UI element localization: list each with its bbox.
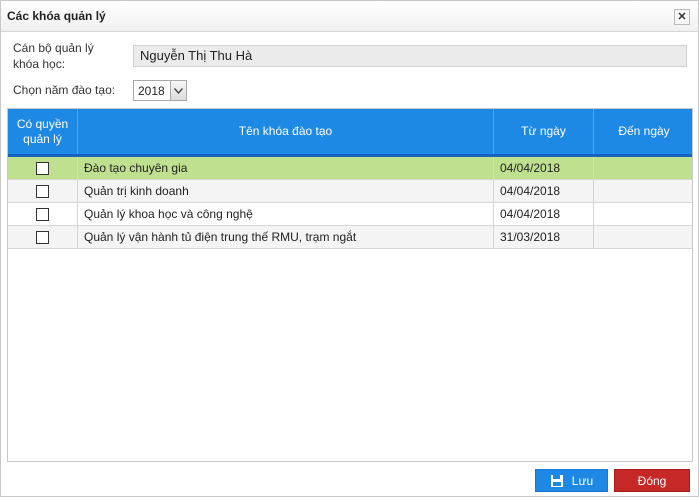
year-select-value: 2018 [138, 84, 165, 98]
courses-table: Có quyền quản lý Tên khóa đào tạo Từ ngà… [7, 108, 693, 462]
dialog-titlebar: Các khóa quản lý ✕ [1, 1, 698, 32]
to-date-cell [594, 226, 692, 248]
table-row[interactable]: Quản trị kinh doanh 04/04/2018 [8, 180, 692, 203]
course-name-cell: Quản lý vận hành tủ điện trung thế RMU, … [78, 226, 494, 248]
year-label: Chọn năm đào tạo: [13, 83, 116, 97]
permission-checkbox[interactable] [36, 185, 49, 198]
permission-cell [8, 157, 78, 179]
permission-checkbox[interactable] [36, 231, 49, 244]
close-icon[interactable]: ✕ [674, 9, 690, 25]
permission-cell [8, 180, 78, 202]
to-date-cell [594, 180, 692, 202]
permission-cell [8, 226, 78, 248]
from-date-cell: 04/04/2018 [494, 203, 594, 225]
header-from-date[interactable]: Từ ngày [494, 109, 594, 154]
course-name-cell: Đào tạo chuyên gia [78, 157, 494, 179]
from-date-cell: 31/03/2018 [494, 226, 594, 248]
header-course-name[interactable]: Tên khóa đào tạo [78, 109, 494, 154]
manager-label-cont: khóa học: [13, 57, 66, 71]
manager-field: Nguyễn Thị Thu Hà [133, 45, 687, 67]
header-permission-line2: quản lý [23, 131, 62, 146]
to-date-cell [594, 157, 692, 179]
chevron-down-icon[interactable] [170, 81, 186, 100]
to-date-cell [594, 203, 692, 225]
header-permission-line1: Có quyền [16, 116, 69, 131]
close-button[interactable]: Đóng [614, 469, 690, 492]
course-name-cell: Quản lý khoa học và công nghệ [78, 203, 494, 225]
table-row[interactable]: Quản lý vận hành tủ điện trung thế RMU, … [8, 226, 692, 249]
course-name-cell: Quản trị kinh doanh [78, 180, 494, 202]
year-select[interactable]: 2018 [133, 80, 187, 101]
header-to-date[interactable]: Đến ngày [594, 109, 692, 154]
from-date-cell: 04/04/2018 [494, 157, 594, 179]
header-permission: Có quyền quản lý [8, 109, 78, 154]
permission-checkbox[interactable] [36, 162, 49, 175]
dialog-title: Các khóa quản lý [7, 9, 106, 23]
permission-checkbox[interactable] [36, 208, 49, 221]
from-date-cell: 04/04/2018 [494, 180, 594, 202]
dialog: Các khóa quản lý ✕ Cán bộ quản lý khóa h… [0, 0, 699, 497]
save-icon [550, 474, 563, 487]
table-row[interactable]: Đào tạo chuyên gia 04/04/2018 [8, 157, 692, 180]
manager-label: Cán bộ quản lý [13, 41, 94, 55]
table-header: Có quyền quản lý Tên khóa đào tạo Từ ngà… [8, 109, 692, 154]
save-button[interactable]: Lưu [535, 469, 608, 492]
table-row[interactable]: Quản lý khoa học và công nghệ 04/04/2018 [8, 203, 692, 226]
save-button-label: Lưu [571, 473, 594, 488]
permission-cell [8, 203, 78, 225]
